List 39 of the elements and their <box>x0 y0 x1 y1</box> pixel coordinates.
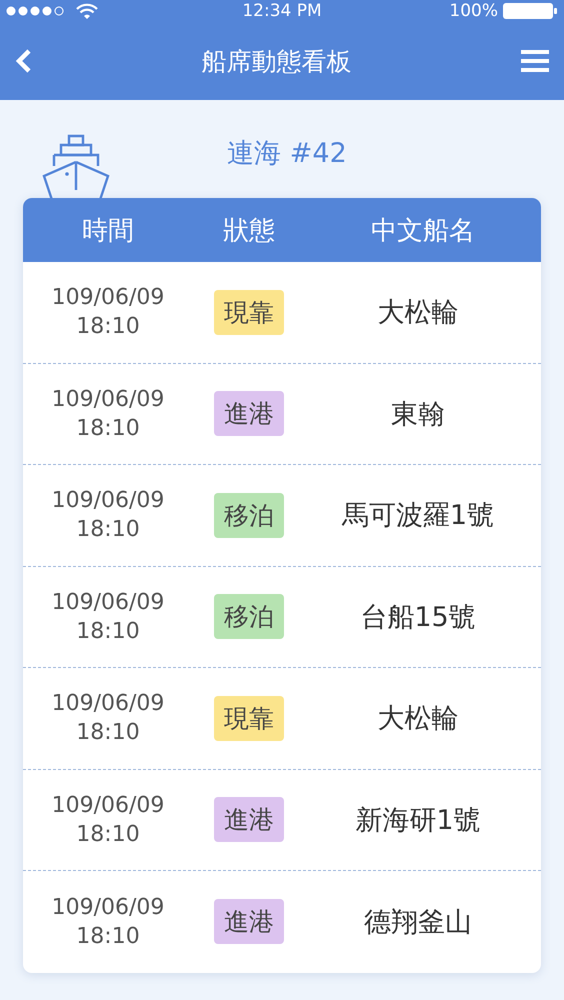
back-icon[interactable] <box>14 48 32 74</box>
column-header: 狀態 <box>223 214 275 248</box>
ship-name: 新海研1號 <box>355 804 481 838</box>
status-tag: 移泊 <box>214 492 284 538</box>
ship-name: 馬可波羅1號 <box>342 499 494 534</box>
time-text: 18:10 <box>76 416 140 441</box>
menu-icon[interactable] <box>521 49 549 73</box>
time-text: 18:10 <box>76 517 140 542</box>
time-text: 18:10 <box>76 924 140 949</box>
time-text: 18:10 <box>76 822 140 847</box>
date-text: 109/06/09 <box>52 792 164 818</box>
time-text: 18:10 <box>76 618 140 644</box>
status-tag: 進港 <box>214 391 284 436</box>
battery-percent: 100% <box>449 1 498 21</box>
column-header: 時間 <box>82 214 134 248</box>
berth-title: 連海 #42 <box>227 137 347 171</box>
ship-name: 大松輪 <box>378 702 458 736</box>
wifi-icon <box>76 3 98 19</box>
ship-name: 東翰 <box>391 398 445 432</box>
date-text: 109/06/09 <box>52 691 164 716</box>
ship-name: 台船15號 <box>360 600 476 635</box>
status-time: 12:34 PM <box>242 1 322 21</box>
ship-name: 大松輪 <box>378 296 458 330</box>
date-text: 109/06/09 <box>52 590 164 615</box>
ship-name: 德翔釜山 <box>364 906 472 940</box>
status-tag: 現靠 <box>214 290 284 335</box>
status-tag: 移泊 <box>214 594 284 640</box>
status-tag: 進港 <box>214 899 284 944</box>
date-text: 109/06/09 <box>52 894 164 920</box>
date-text: 109/06/09 <box>52 488 164 514</box>
status-tag: 現靠 <box>214 696 284 741</box>
page-title: 船席動態看板 <box>202 46 352 78</box>
time-text: 18:10 <box>76 720 140 746</box>
battery-icon <box>502 2 558 20</box>
time-text: 18:10 <box>76 314 140 340</box>
date-text: 109/06/09 <box>52 386 164 412</box>
date-text: 109/06/09 <box>52 285 164 310</box>
column-header: 中文船名 <box>371 214 475 248</box>
status-tag: 進港 <box>214 797 284 842</box>
